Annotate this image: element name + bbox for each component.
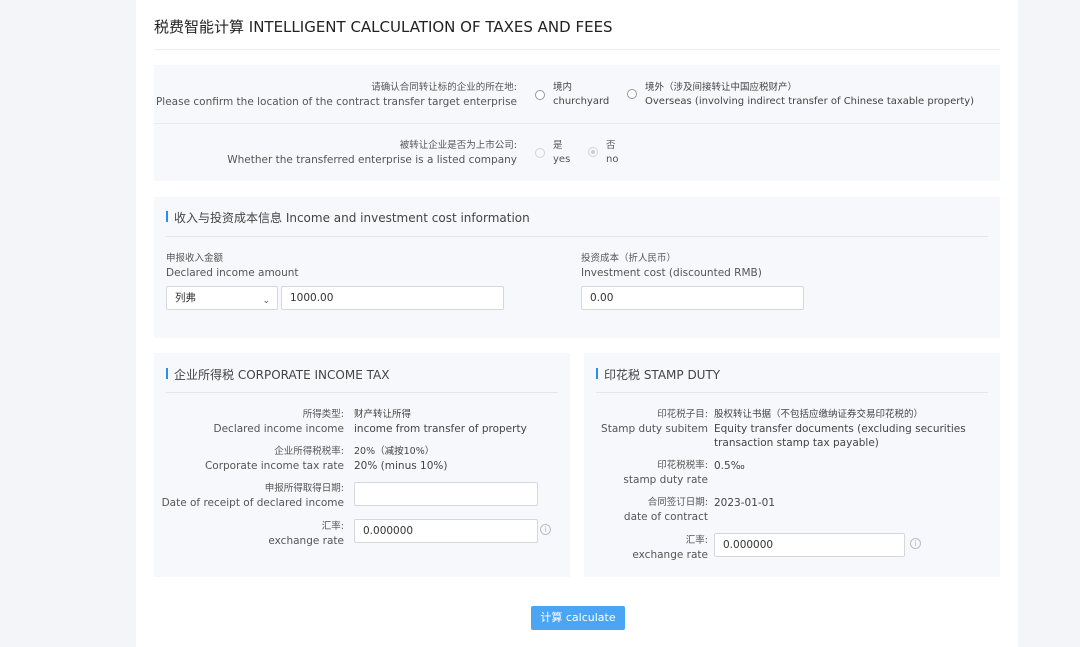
stamp-subitem-value-en-line2: transaction stamp tax payable) — [714, 437, 879, 449]
cit-section-divider — [166, 392, 558, 393]
stamp-exchange-rate-input[interactable]: 0.000000 — [714, 533, 905, 557]
cit-exchange-rate-label-cn: 汇率: — [321, 521, 344, 532]
overseas-label-cn: 境外（涉及间接转让中国应税财产） — [645, 82, 798, 93]
listed-label-en: Whether the transferred enterprise is a … — [227, 154, 517, 166]
no-label-cn: 否 — [606, 140, 616, 151]
stamp-exchange-rate-label-en: exchange rate — [632, 549, 708, 561]
stamp-subitem-value: 股权转让书据（不包括应缴纳证券交易印花税的） Equity transfer d… — [714, 408, 966, 450]
stamp-section-divider — [596, 392, 988, 393]
income-type-value: 财产转让所得 income from transfer of property — [354, 408, 527, 436]
cit-rate-value-en: 20% (minus 10%) — [354, 460, 448, 472]
listed-yes-option[interactable]: 是 yes — [553, 139, 570, 167]
cit-rate-label-en: Corporate income tax rate — [204, 460, 344, 472]
income-section-divider — [166, 236, 988, 237]
overseas-label-en: Overseas (involving indirect transfer of… — [645, 96, 975, 107]
income-type-value-en: income from transfer of property — [354, 423, 527, 435]
location-domestic-radio[interactable] — [535, 90, 545, 100]
income-type-label-en: Declared income income — [213, 423, 344, 435]
location-label-en: Please confirm the location of the contr… — [155, 96, 517, 108]
income-type-label-cn: 所得类型: — [302, 409, 344, 420]
listed-question-row: 被转让企业是否为上市公司: Whether the transferred en… — [154, 137, 1000, 177]
receipt-date-label-en: Date of receipt of declared income — [161, 497, 344, 509]
tax-calculator-page: 税费智能计算 INTELLIGENT CALCULATION OF TAXES … — [136, 0, 1018, 647]
info-icon[interactable]: i — [540, 524, 551, 535]
currency-select-value: 列弗 — [175, 292, 196, 304]
cit-section-title: 企业所得税 CORPORATE INCOME TAX — [166, 366, 389, 383]
cit-rate-label: 企业所得税税率: Corporate income tax rate — [205, 445, 344, 473]
investment-cost-label-en: Investment cost (discounted RMB) — [581, 267, 762, 279]
location-domestic-option[interactable]: 境内 churchyard — [553, 81, 609, 109]
calculate-button[interactable]: 计算 calculate — [531, 606, 625, 630]
yes-label-cn: 是 — [553, 140, 563, 151]
declared-income-label-cn: 申报收入金额 — [166, 253, 224, 264]
title-divider — [154, 49, 1000, 50]
page-title: 税费智能计算 INTELLIGENT CALCULATION OF TAXES … — [154, 18, 613, 36]
stamp-subitem-label-en: Stamp duty subitem — [601, 423, 708, 435]
investment-cost-label-cn: 投资成本（折人民币） — [581, 253, 677, 264]
income-section-title: 收入与投资成本信息 Income and investment cost inf… — [166, 209, 530, 226]
stamp-exchange-rate-label: 汇率: exchange rate — [632, 534, 708, 562]
income-section-card: 收入与投资成本信息 Income and investment cost inf… — [154, 197, 1000, 338]
yes-label-en: yes — [553, 154, 571, 165]
investment-cost-input[interactable]: 0.00 — [581, 286, 804, 310]
cit-rate-value: 20%（减按10%） 20% (minus 10%) — [354, 445, 447, 473]
cit-exchange-rate-label: 汇率: exchange rate — [268, 520, 344, 548]
stamp-subitem-label: 印花税子目: Stamp duty subitem — [601, 408, 708, 436]
investment-cost-label: 投资成本（折人民币） Investment cost (discounted R… — [581, 252, 762, 280]
location-label-cn: 请确认合同转让标的企业的所在地: — [371, 82, 517, 93]
declared-income-label: 申报收入金额 Declared income amount — [166, 252, 299, 280]
cit-exchange-rate-label-en: exchange rate — [268, 535, 344, 547]
listed-question-label: 被转让企业是否为上市公司: Whether the transferred en… — [227, 139, 517, 167]
stamp-rate-label-en: stamp duty rate — [623, 474, 708, 486]
income-type-value-cn: 财产转让所得 — [354, 409, 412, 420]
row-divider — [154, 123, 1000, 124]
cit-rate-value-cn: 20%（减按10%） — [354, 446, 435, 457]
cit-exchange-rate-input[interactable]: 0.000000 — [354, 519, 538, 543]
declared-income-input[interactable]: 1000.00 — [281, 286, 504, 310]
corporate-income-tax-card: 企业所得税 CORPORATE INCOME TAX 所得类型: Declare… — [154, 353, 570, 577]
location-question-label: 请确认合同转让标的企业的所在地: Please confirm the loca… — [156, 81, 517, 109]
receipt-date-input[interactable] — [354, 482, 538, 506]
chevron-down-icon: ⌄ — [262, 296, 270, 306]
contract-date-label: 合同签订日期: date of contract — [624, 496, 708, 524]
stamp-subitem-value-en-line1: Equity transfer documents (excluding sec… — [714, 423, 966, 435]
enterprise-info-card: 请确认合同转让标的企业的所在地: Please confirm the loca… — [154, 65, 1000, 181]
no-label-en: no — [606, 154, 619, 165]
stamp-duty-card: 印花税 STAMP DUTY 印花税子目: Stamp duty subitem… — [584, 353, 1000, 577]
info-icon[interactable]: i — [910, 538, 921, 549]
location-question-row: 请确认合同转让标的企业的所在地: Please confirm the loca… — [154, 79, 1000, 123]
contract-date-label-cn: 合同签订日期: — [647, 497, 708, 508]
listed-yes-radio[interactable] — [535, 148, 545, 158]
stamp-rate-value: 0.5‰ — [714, 460, 745, 472]
declared-income-label-en: Declared income amount — [166, 267, 299, 279]
stamp-exchange-rate-label-cn: 汇率: — [685, 535, 708, 546]
currency-select[interactable]: 列弗 ⌄ — [166, 286, 278, 310]
location-overseas-radio[interactable] — [627, 89, 637, 99]
location-overseas-option[interactable]: 境外（涉及间接转让中国应税财产） Overseas (involving ind… — [645, 81, 974, 109]
receipt-date-label: 申报所得取得日期: Date of receipt of declared in… — [162, 482, 344, 510]
contract-date-label-en: date of contract — [623, 511, 708, 523]
listed-no-radio[interactable] — [588, 147, 598, 157]
listed-label-cn: 被转让企业是否为上市公司: — [399, 140, 517, 151]
receipt-date-label-cn: 申报所得取得日期: — [264, 483, 344, 494]
stamp-rate-label-cn: 印花税税率: — [657, 460, 708, 471]
stamp-subitem-value-cn: 股权转让书据（不包括应缴纳证券交易印花税的） — [714, 409, 924, 420]
domestic-label-cn: 境内 — [553, 82, 573, 93]
contract-date-value: 2023-01-01 — [714, 497, 776, 509]
domestic-label-en: churchyard — [553, 96, 610, 107]
stamp-section-title: 印花税 STAMP DUTY — [596, 366, 720, 383]
cit-rate-label-cn: 企业所得税税率: — [274, 446, 344, 457]
stamp-subitem-label-cn: 印花税子目: — [657, 409, 708, 420]
income-type-label: 所得类型: Declared income income — [214, 408, 344, 436]
listed-no-option[interactable]: 否 no — [606, 139, 618, 167]
stamp-rate-label: 印花税税率: stamp duty rate — [623, 459, 708, 487]
